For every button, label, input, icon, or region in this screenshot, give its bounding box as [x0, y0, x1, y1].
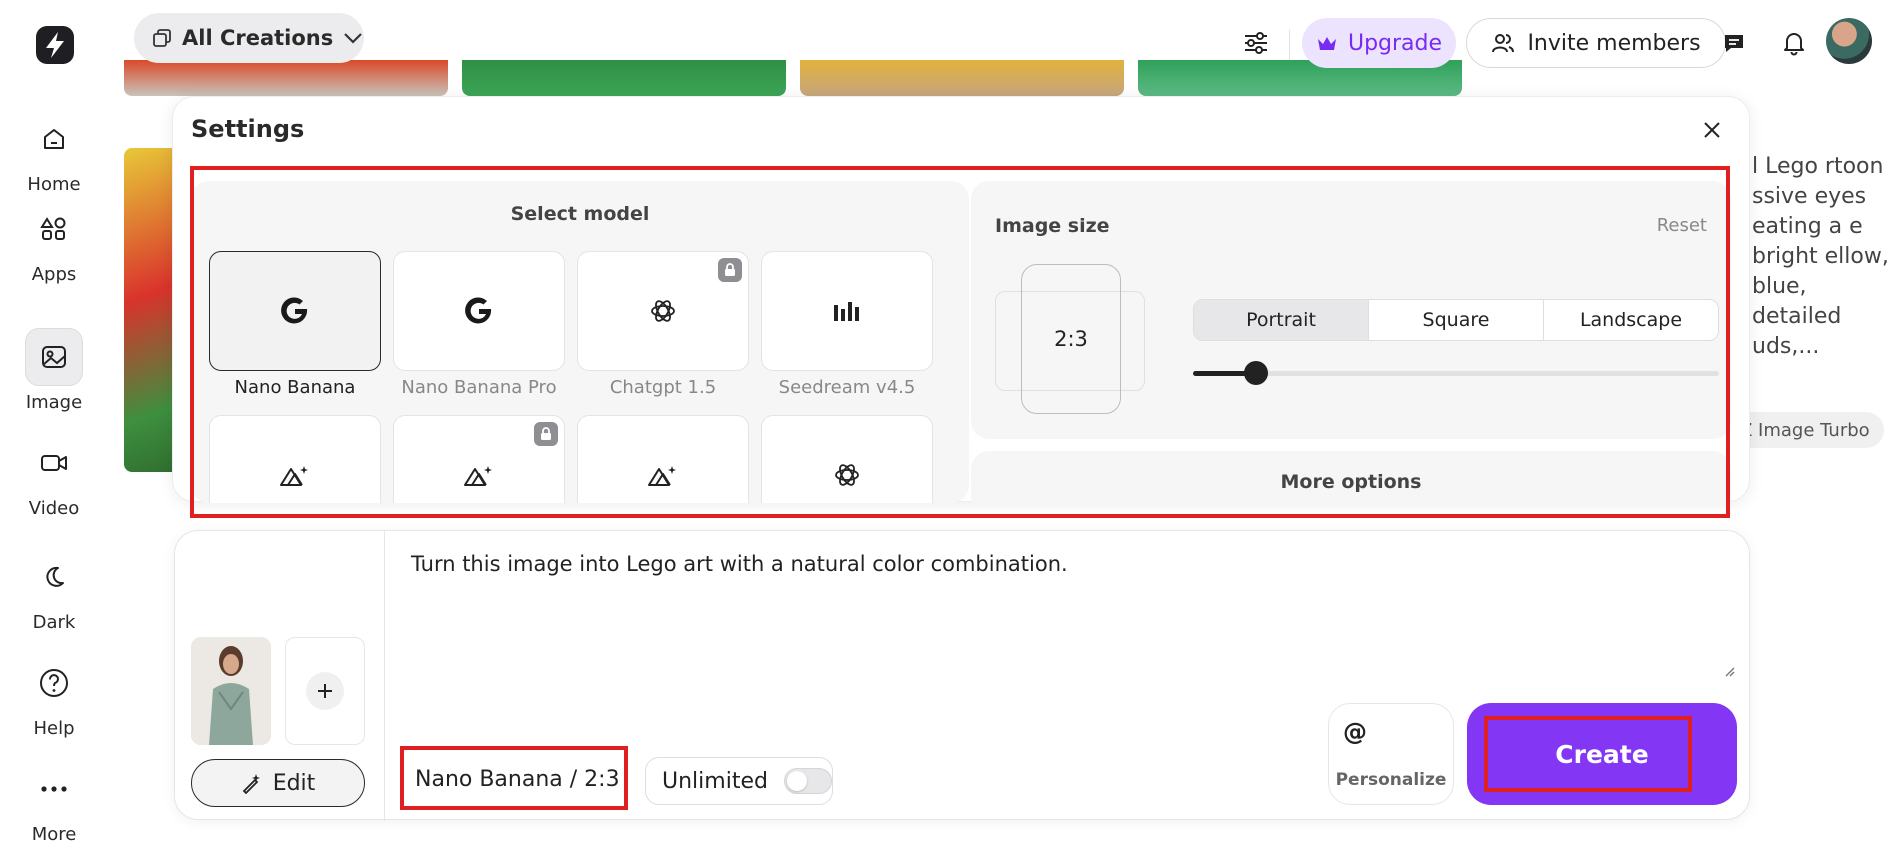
- topbar-actions: Upgrade Invite members: [0, 18, 1889, 68]
- settings-title: Settings: [191, 115, 305, 143]
- model-card-seedream[interactable]: [761, 251, 933, 371]
- at-icon: @: [1343, 718, 1367, 746]
- model-card-nano-banana-pro[interactable]: [393, 251, 565, 371]
- select-model-heading: Select model: [510, 203, 650, 225]
- sidebar-item-dark[interactable]: Dark: [0, 548, 108, 633]
- aspect-ratio-preview: 2:3: [1021, 264, 1121, 414]
- model-card-nano-banana[interactable]: [209, 251, 381, 371]
- upgrade-label: Upgrade: [1347, 30, 1443, 56]
- image-icon: [25, 328, 83, 386]
- google-icon: [281, 297, 308, 324]
- more-options-button[interactable]: More options: [971, 451, 1731, 503]
- filter-settings-button[interactable]: [1236, 18, 1276, 68]
- topbar-divider: [1289, 30, 1290, 60]
- resize-handle-icon[interactable]: [1723, 665, 1735, 677]
- model-card[interactable]: [577, 415, 749, 503]
- video-icon: [25, 434, 83, 492]
- prompt-textarea[interactable]: Turn this image into Lego art with a nat…: [411, 549, 1721, 579]
- sidebar-item-label: More: [31, 824, 77, 845]
- chat-icon: [1725, 35, 1743, 52]
- create-button[interactable]: Create: [1467, 703, 1737, 805]
- invite-label: Invite members: [1527, 30, 1701, 56]
- aspect-ratio-slider[interactable]: [1193, 361, 1719, 385]
- sidebar-item-label: Home: [27, 174, 81, 195]
- more-icon: [25, 760, 83, 818]
- close-icon: [1704, 122, 1720, 138]
- sliders-icon: [1245, 32, 1267, 54]
- unlimited-label: Unlimited: [662, 768, 768, 794]
- toggle-knob: [786, 771, 807, 791]
- sidebar-item-more[interactable]: More: [0, 760, 108, 845]
- sidebar-item-label: Apps: [31, 264, 77, 285]
- sidebar-item-label: Video: [28, 498, 80, 519]
- image-size-title: Image size: [995, 215, 1110, 237]
- orientation-portrait[interactable]: Portrait: [1194, 300, 1369, 340]
- invite-members-button[interactable]: Invite members: [1466, 18, 1726, 68]
- sidebar-item-image[interactable]: Image: [0, 328, 108, 413]
- sidebar-item-help[interactable]: Help: [0, 654, 108, 739]
- model-label: Seedream v4.5: [778, 377, 916, 398]
- mountain-sparkle-icon: [648, 466, 676, 486]
- personalize-button[interactable]: @ Personalize: [1328, 703, 1454, 805]
- sidebar-item-video[interactable]: Video: [0, 434, 108, 519]
- reset-button[interactable]: Reset: [1657, 215, 1707, 236]
- users-icon: [1492, 34, 1515, 53]
- mountain-sparkle-icon: [280, 466, 308, 486]
- openai-icon: [651, 300, 675, 322]
- orientation-square[interactable]: Square: [1369, 300, 1544, 340]
- orientation-toggle: Portrait Square Landscape: [1193, 299, 1719, 341]
- sidebar-item-apps[interactable]: Apps: [0, 200, 108, 285]
- slider-thumb[interactable]: [1244, 361, 1269, 385]
- prompt-composer: Edit Turn this image into Lego art with …: [174, 530, 1750, 821]
- sidebar-item-label: Help: [33, 718, 75, 739]
- unlimited-toggle-group: Unlimited: [645, 757, 833, 805]
- notifications-button[interactable]: [1774, 18, 1814, 68]
- reference-images-panel: Edit: [175, 531, 385, 821]
- magic-wand-icon: [242, 774, 260, 794]
- apps-icon: [25, 200, 83, 258]
- unlimited-toggle[interactable]: [783, 768, 832, 794]
- crown-icon: [1317, 37, 1336, 50]
- image-size-panel: Image size Reset 2:3 Portrait Square Lan…: [971, 181, 1731, 439]
- openai-icon: [835, 464, 859, 486]
- home-icon: [25, 110, 83, 168]
- personalize-label: Personalize: [1335, 770, 1447, 790]
- google-icon: [465, 297, 492, 324]
- user-avatar[interactable]: [1826, 18, 1872, 64]
- mountain-sparkle-icon: [464, 466, 492, 486]
- orientation-landscape[interactable]: Landscape: [1544, 300, 1718, 340]
- edit-button[interactable]: Edit: [191, 759, 365, 807]
- model-card[interactable]: [209, 415, 381, 503]
- upgrade-button[interactable]: Upgrade: [1302, 18, 1456, 68]
- close-settings-button[interactable]: [1697, 115, 1727, 145]
- edit-label: Edit: [272, 770, 316, 796]
- messages-button[interactable]: [1714, 18, 1754, 68]
- model-label: Nano Banana Pro: [401, 377, 557, 398]
- settings-panel: Settings Select model Nano Banana Nano B…: [172, 96, 1750, 503]
- add-reference-button[interactable]: [285, 637, 365, 745]
- model-card-chatgpt[interactable]: [577, 251, 749, 371]
- sidebar-item-label: Dark: [32, 612, 76, 633]
- sidebar-item-label: Image: [25, 392, 83, 413]
- model-selector: Select model Nano Banana Nano Banana Pro…: [191, 181, 969, 503]
- model-label: Nano Banana: [234, 377, 356, 398]
- help-icon: [25, 654, 83, 712]
- model-card[interactable]: [393, 415, 565, 503]
- lock-icon: [534, 422, 558, 446]
- bell-icon: [1784, 33, 1804, 56]
- reference-image[interactable]: [191, 637, 271, 745]
- seedream-icon: [834, 302, 859, 321]
- moon-icon: [25, 548, 83, 606]
- lock-icon: [718, 258, 742, 282]
- model-card[interactable]: [761, 415, 933, 503]
- sidebar: Home Apps Image Video Dark Help More: [0, 0, 108, 865]
- model-label: Chatgpt 1.5: [609, 377, 717, 398]
- sidebar-item-home[interactable]: Home: [0, 110, 108, 195]
- plus-icon: [306, 672, 344, 710]
- model-ratio-chip[interactable]: Nano Banana / 2:3: [405, 755, 630, 803]
- prompt-preview-text: l Lego rtoon ssive eyes eating a e brigh…: [1752, 154, 1889, 359]
